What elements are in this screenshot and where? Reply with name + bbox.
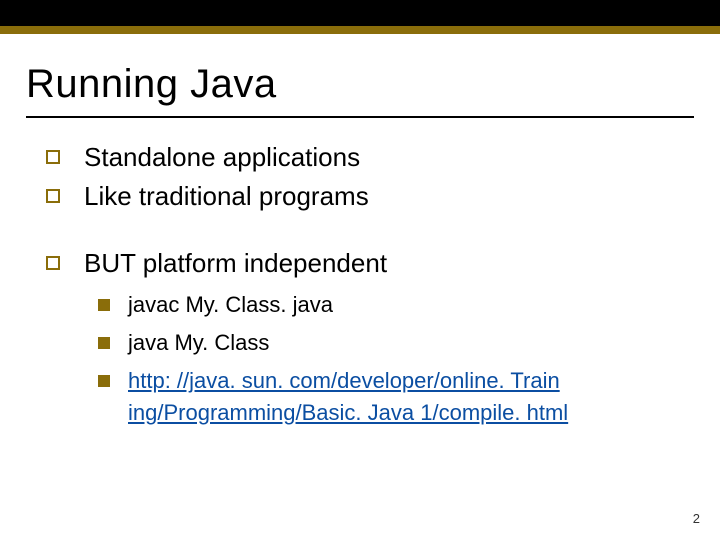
slide: Running Java Standalone applications Lik… bbox=[0, 0, 720, 540]
sub-bullet-text: java My. Class bbox=[128, 330, 269, 355]
bullet-text: Standalone applications bbox=[84, 142, 360, 172]
bullet-text: BUT platform independent bbox=[84, 248, 387, 278]
bullet-item: BUT platform independent javac My. Class… bbox=[40, 246, 680, 429]
sub-bullet-item: javac My. Class. java bbox=[94, 289, 680, 321]
slide-title: Running Java bbox=[26, 62, 277, 107]
accent-band bbox=[0, 26, 720, 34]
title-rule bbox=[26, 116, 694, 118]
sub-bullet-item: http: //java. sun. com/developer/online.… bbox=[94, 365, 680, 429]
top-band bbox=[0, 0, 720, 26]
spacer bbox=[40, 218, 680, 246]
bullet-item: Standalone applications bbox=[40, 140, 680, 175]
sub-bullet-text: javac My. Class. java bbox=[128, 292, 333, 317]
bullet-list: BUT platform independent javac My. Class… bbox=[40, 246, 680, 429]
bullet-text: Like traditional programs bbox=[84, 181, 369, 211]
bullet-item: Like traditional programs bbox=[40, 179, 680, 214]
bullet-list: Standalone applications Like traditional… bbox=[40, 140, 680, 214]
page-number: 2 bbox=[693, 511, 700, 526]
content-area: Standalone applications Like traditional… bbox=[40, 140, 680, 435]
reference-link[interactable]: http: //java. sun. com/developer/online.… bbox=[128, 368, 568, 425]
sub-bullet-list: javac My. Class. java java My. Class htt… bbox=[84, 289, 680, 429]
sub-bullet-item: java My. Class bbox=[94, 327, 680, 359]
